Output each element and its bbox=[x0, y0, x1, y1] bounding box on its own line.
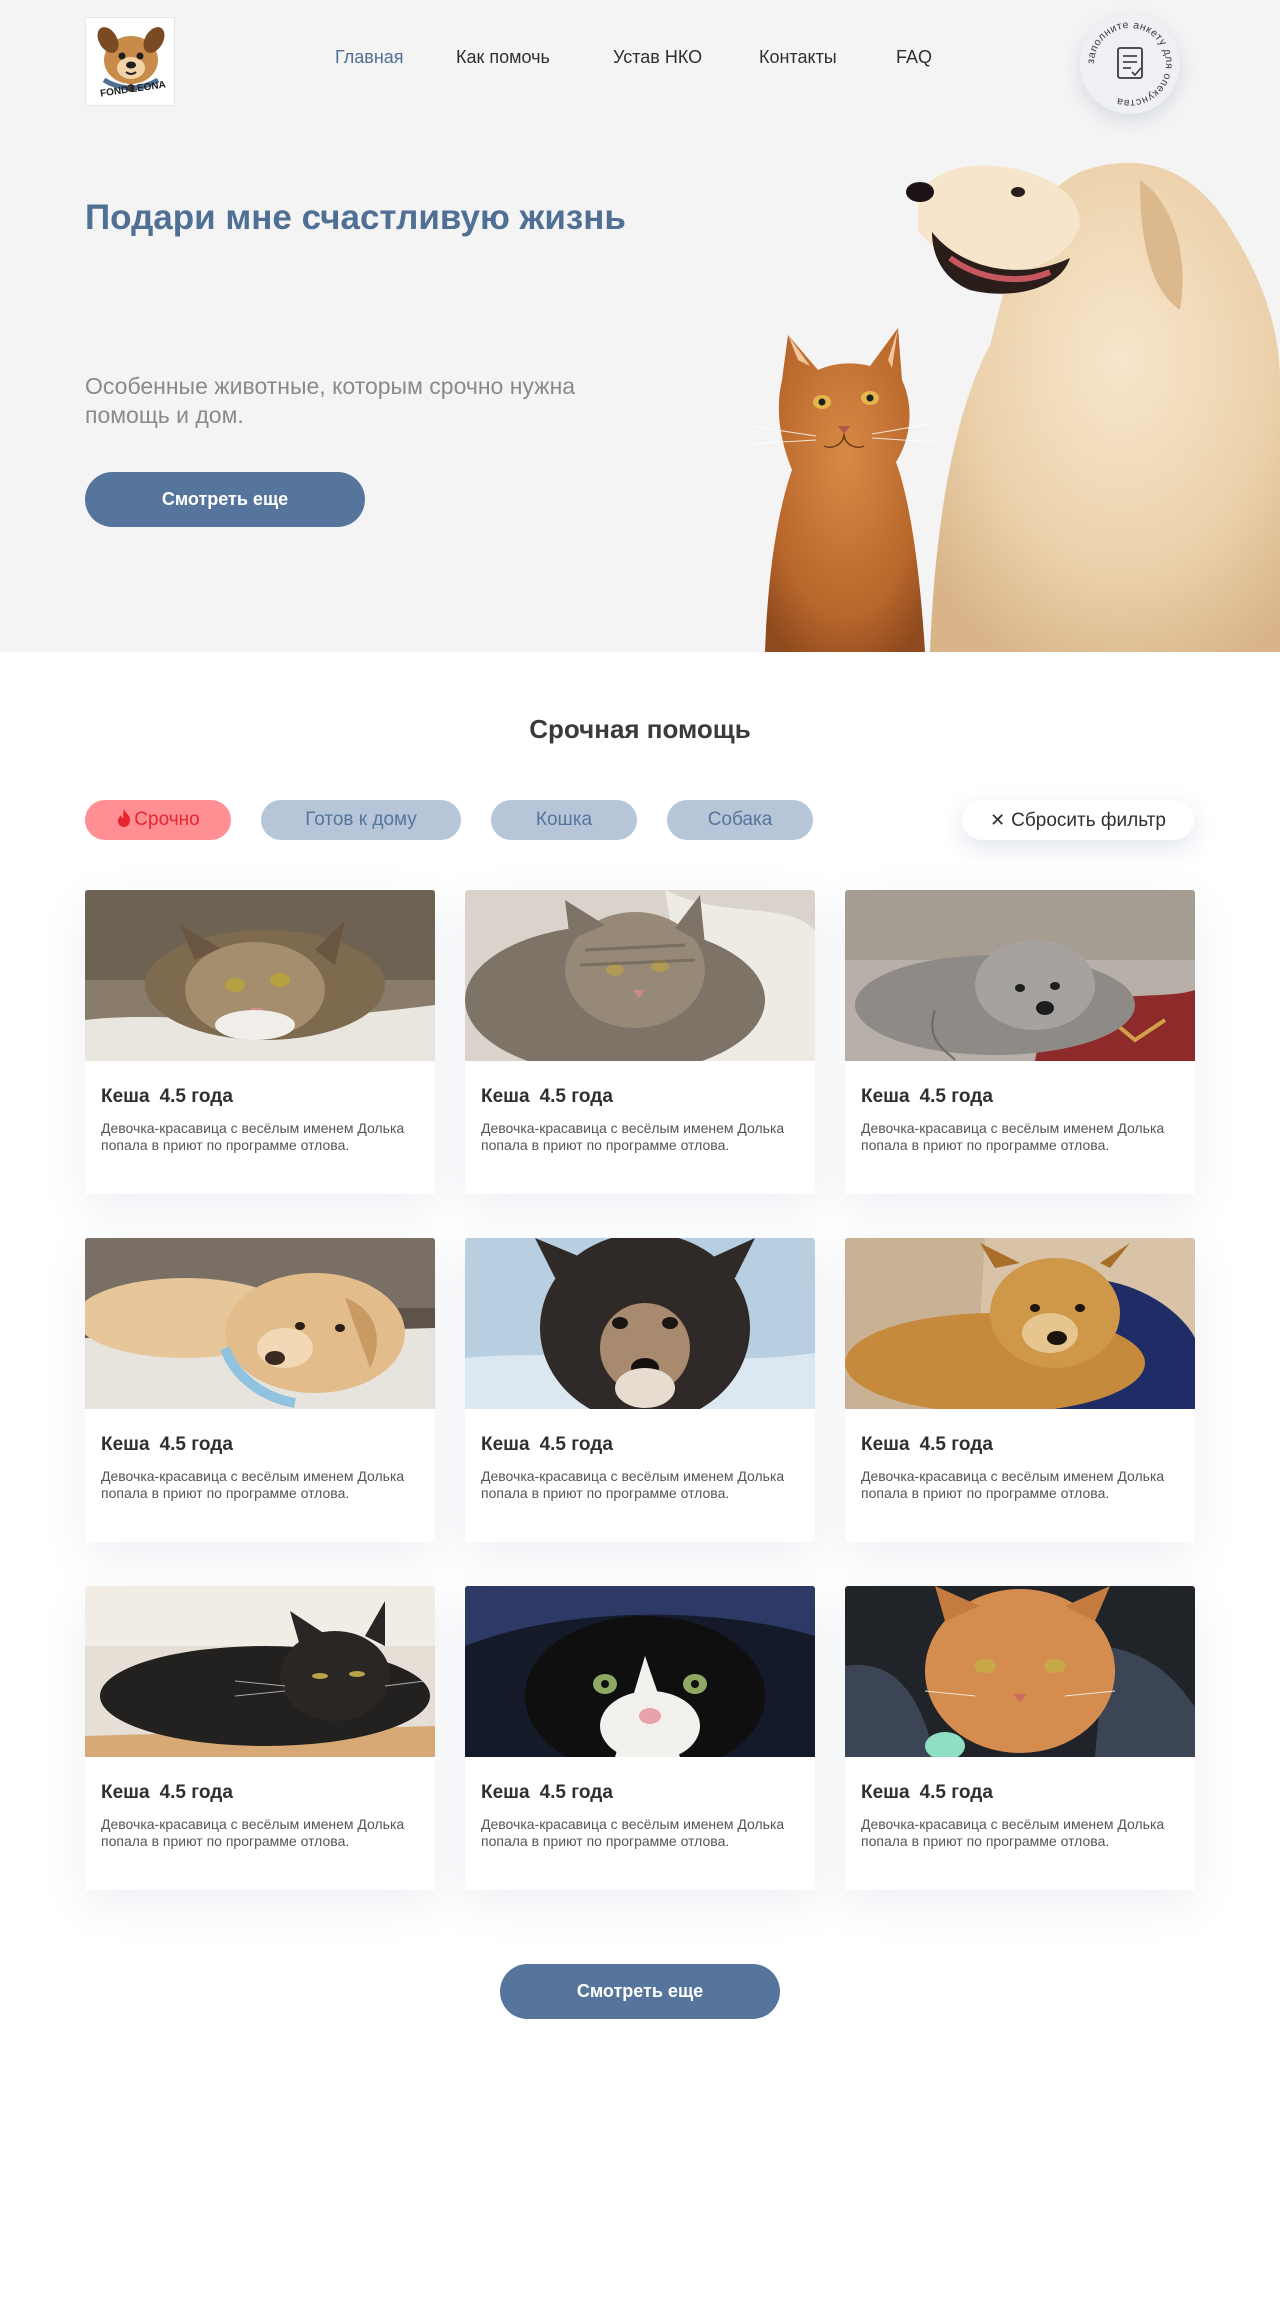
animal-name: Кеша 4.5 года bbox=[101, 1434, 233, 1455]
animal-card[interactable]: Кеша 4.5 года Девочка-красавица с весёлым… bbox=[845, 890, 1195, 1194]
filter-dog[interactable]: Собака bbox=[667, 800, 813, 840]
black-dog-snow-photo bbox=[465, 1238, 815, 1409]
animal-description: Девочка-красавица с весёлым именем Дольк… bbox=[101, 1468, 405, 1501]
section-title: Срочная помощь bbox=[529, 714, 751, 744]
animal-card[interactable]: Кеша 4.5 года Девочка-красавица с весёлым… bbox=[465, 1238, 815, 1542]
hero-subtitle: Особенные животные, которым срочно нужна… bbox=[85, 373, 576, 428]
animal-name: Кеша 4.5 года bbox=[481, 1434, 613, 1455]
animal-card[interactable]: Кеша 4.5 года Девочка-красавица с весёлым… bbox=[845, 1586, 1195, 1890]
nav-contacts[interactable]: Контакты bbox=[759, 47, 837, 68]
nav-faq[interactable]: FAQ bbox=[896, 47, 932, 68]
nav-how-to-help[interactable]: Как помочь bbox=[456, 47, 550, 68]
black-cat-photo bbox=[85, 1586, 435, 1757]
hero-title: Подари мне счастливую жизнь bbox=[85, 198, 626, 237]
guardianship-form-badge[interactable]: заполните анкету для опекунства bbox=[1080, 14, 1180, 114]
animal-description: Девочка-красавица с весёлым именем Дольк… bbox=[481, 1816, 785, 1849]
document-icon bbox=[1117, 47, 1143, 79]
ginger-cat-photo bbox=[845, 1586, 1195, 1757]
nav-charter[interactable]: Устав НКО bbox=[613, 47, 702, 68]
animal-name: Кеша 4.5 года bbox=[101, 1782, 233, 1803]
animal-name: Кеша 4.5 года bbox=[481, 1086, 613, 1107]
animal-description: Девочка-красавица с весёлым именем Дольк… bbox=[861, 1468, 1165, 1501]
reset-filter-label: Сбросить фильтр bbox=[1011, 810, 1166, 831]
hero-see-more-button[interactable]: Смотреть еще bbox=[85, 472, 365, 527]
animal-name: Кеша 4.5 года bbox=[861, 1086, 993, 1107]
animal-card[interactable]: Кеша 4.5 года Девочка-красавица с весёлым… bbox=[845, 1238, 1195, 1542]
animal-description: Девочка-красавица с весёлым именем Дольк… bbox=[101, 1120, 405, 1153]
badge-circular-text: заполните анкету для опекунства bbox=[1085, 19, 1175, 109]
animal-card[interactable]: Кеша 4.5 года Девочка-красавица с весёлым… bbox=[465, 890, 815, 1194]
svg-text:заполните анкету для опекунств: заполните анкету для опекунства bbox=[1085, 19, 1175, 109]
nav-home[interactable]: Главная bbox=[335, 47, 404, 68]
filter-urgent-label: Срочно bbox=[134, 809, 200, 830]
animal-description: Девочка-красавица с весёлым именем Дольк… bbox=[481, 1120, 785, 1153]
animal-name: Кеша 4.5 года bbox=[861, 1782, 993, 1803]
load-more-button[interactable]: Смотреть еще bbox=[500, 1964, 780, 2019]
animal-description: Девочка-красавица с весёлым именем Дольк… bbox=[861, 1120, 1165, 1153]
animal-description: Девочка-красавица с весёлым именем Дольк… bbox=[481, 1468, 785, 1501]
filter-ready-home[interactable]: Готов к дому bbox=[261, 800, 461, 840]
animal-card[interactable]: Кеша 4.5 года Девочка-красавица с весёлым… bbox=[85, 1586, 435, 1890]
hero-section: FOND LEONA Главная Как помочь Устав НКО … bbox=[0, 0, 1280, 652]
animal-name: Кеша 4.5 года bbox=[481, 1782, 613, 1803]
golden-dog-bandaged-photo bbox=[85, 1238, 435, 1409]
animal-card[interactable]: Кеша 4.5 года Девочка-красавица с весёлым… bbox=[465, 1586, 815, 1890]
filter-cat[interactable]: Кошка bbox=[491, 800, 637, 840]
animal-name: Кеша 4.5 года bbox=[861, 1434, 993, 1455]
black-white-cat-photo bbox=[465, 1586, 815, 1757]
animal-name: Кеша 4.5 года bbox=[101, 1086, 233, 1107]
animal-card[interactable]: Кеша 4.5 года Девочка-красавица с весёлым… bbox=[85, 1238, 435, 1542]
grey-terrier-dog-photo bbox=[845, 890, 1195, 1061]
tabby-cat-photo bbox=[85, 890, 435, 1061]
grey-tabby-cat-photo bbox=[465, 890, 815, 1061]
reset-filter-button[interactable]: ✕ Сбросить фильтр bbox=[962, 800, 1194, 840]
close-icon: ✕ bbox=[990, 810, 1006, 830]
ginger-dog-blanket-photo bbox=[845, 1238, 1195, 1409]
flame-icon bbox=[118, 809, 131, 827]
animal-description: Девочка-красавица с весёлым именем Дольк… bbox=[101, 1816, 405, 1849]
filter-urgent[interactable]: Срочно bbox=[85, 800, 231, 840]
animal-description: Девочка-красавица с весёлым именем Дольк… bbox=[861, 1816, 1165, 1849]
animal-card[interactable]: Кеша 4.5 года Девочка-красавица с весёлым… bbox=[85, 890, 435, 1194]
hero-cat-and-dog-image bbox=[747, 162, 1280, 652]
